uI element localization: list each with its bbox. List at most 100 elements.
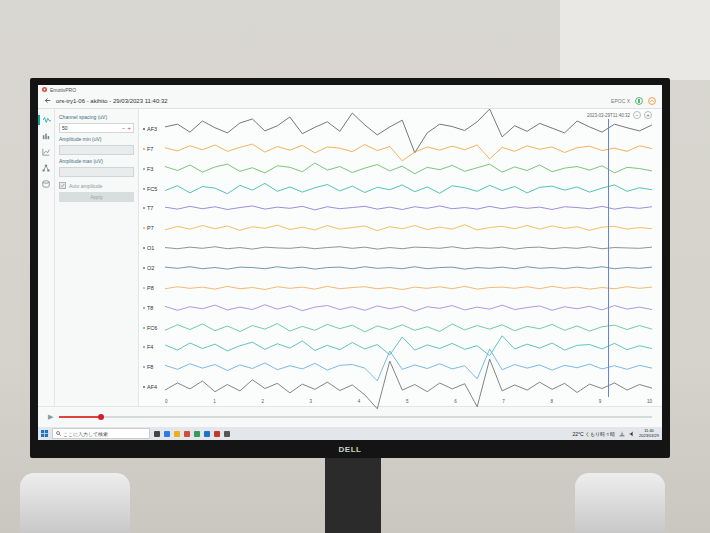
windows-logo-icon [41,430,48,437]
channel-label: FC5 [143,186,165,192]
bezel: DELL [38,440,662,458]
app-icon[interactable] [154,431,160,437]
channel-label: F3 [143,166,165,172]
app-icon[interactable] [204,431,210,437]
channel-label: AF3 [143,126,165,132]
channel-plot [165,357,652,377]
field-label: Amplitude max (uV) [59,158,134,164]
sidebar [38,109,55,406]
x-tick: 3 [310,399,313,404]
field-label: Amplitude min (uV) [59,136,134,142]
channel-name: AF4 [147,384,157,390]
channel-dot [143,327,145,329]
eeg-trace [165,349,652,381]
app-icon[interactable] [174,431,180,437]
channel-row: FC6 [143,318,652,338]
field-label: Channel spacing (uV) [59,114,134,120]
app-logo-icon [42,87,47,92]
channel-label: O2 [143,265,165,271]
channel-label: T8 [143,305,165,311]
chart-timestamp: 2023-03-29T11:40:32 [587,113,630,118]
channel-label: FC6 [143,325,165,331]
x-tick: 5 [406,399,409,404]
eeg-trace [165,247,652,249]
signal-icon [648,97,656,105]
app-icon[interactable] [214,431,220,437]
network-icon [42,164,50,172]
back-button[interactable] [44,97,51,105]
main-area: Channel spacing (uV)50−+Amplitude min (u… [38,109,662,406]
channel-row: F4 [143,337,652,357]
increment-button[interactable]: + [127,125,131,131]
taskbar-search[interactable]: ここに入力して検索 [52,428,150,439]
channel-row: FC5 [143,179,652,199]
zoom-in-button[interactable]: + [644,111,652,119]
sidebar-item[interactable] [38,179,54,189]
channel-row: T7 [143,198,652,218]
channel-plot [165,377,652,397]
channel-rows: AF3 F7 F3 FC5 T7 P7 O1 O2 P8 T8 FC6 F4 F8 AF4 [143,119,652,397]
channel-name: P8 [147,285,154,291]
channel-row: F7 [143,139,652,159]
playback-knob[interactable] [98,414,104,420]
channel-name: F8 [147,364,153,370]
decrement-button[interactable]: − [122,125,126,131]
app-icon[interactable] [224,431,230,437]
channel-plot [165,258,652,278]
channel-dot [143,188,145,190]
channel-dot [143,267,145,269]
playback-track[interactable] [59,416,652,418]
channel-name: O2 [147,265,154,271]
clock-date: 2023/03/29 [639,434,659,438]
time-cursor[interactable] [608,119,609,397]
monitor-stand [325,458,381,533]
channel-plot [165,119,652,139]
left-speaker [20,473,130,533]
eeg-chart: 2023-03-29T11:40:32−+ AF3 F7 F3 FC5 T7 P7 O1 O2… [139,109,662,406]
x-tick: 2 [261,399,264,404]
channel-dot [143,148,145,150]
channel-row: O1 [143,238,652,258]
channel-row: F3 [143,159,652,179]
app-icon[interactable] [194,431,200,437]
field-input [59,145,134,155]
app-icon[interactable] [184,431,190,437]
channel-label: F7 [143,146,165,152]
bar-chart-icon [42,132,50,140]
channel-dot [143,307,145,309]
channel-dot [143,346,145,348]
play-button[interactable]: ▶ [48,413,53,421]
search-icon [56,431,61,436]
sidebar-item[interactable] [38,147,54,157]
channel-name: FC6 [147,325,157,331]
x-tick: 4 [358,399,361,404]
check-icon [60,183,65,188]
sidebar-item[interactable] [38,115,54,125]
channel-plot [165,218,652,238]
sidebar-item[interactable] [38,163,54,173]
channel-row: P8 [143,278,652,298]
back-arrow-icon [44,97,51,104]
checkbox [59,182,66,189]
channel-label: P8 [143,285,165,291]
eeg-trace [165,206,652,210]
sidebar-item[interactable] [38,131,54,141]
channel-label: T7 [143,205,165,211]
database-icon [42,180,50,188]
channel-row: P7 [143,218,652,238]
field-input[interactable]: 50−+ [59,123,134,133]
channel-name: AF3 [147,126,157,132]
eeg-trace [165,225,652,231]
field-value[interactable]: 50 [62,125,120,131]
clock[interactable]: 11:402023/03/29 [639,429,659,438]
channel-name: F4 [147,344,153,350]
channel-label: P7 [143,225,165,231]
checkbox-row[interactable]: Auto amplitude [59,182,134,189]
taskbar: ここに入力して検索22°C くもり時々晴11:402023/03/29 [38,427,662,440]
channel-plot [165,159,652,179]
monitor: EmotivPRO ors-try1-06 - akihito - 29/03/… [30,78,670,458]
channel-dot [143,128,145,130]
app-icon[interactable] [164,431,170,437]
desk [0,458,710,533]
zoom-out-button[interactable]: − [633,111,641,119]
